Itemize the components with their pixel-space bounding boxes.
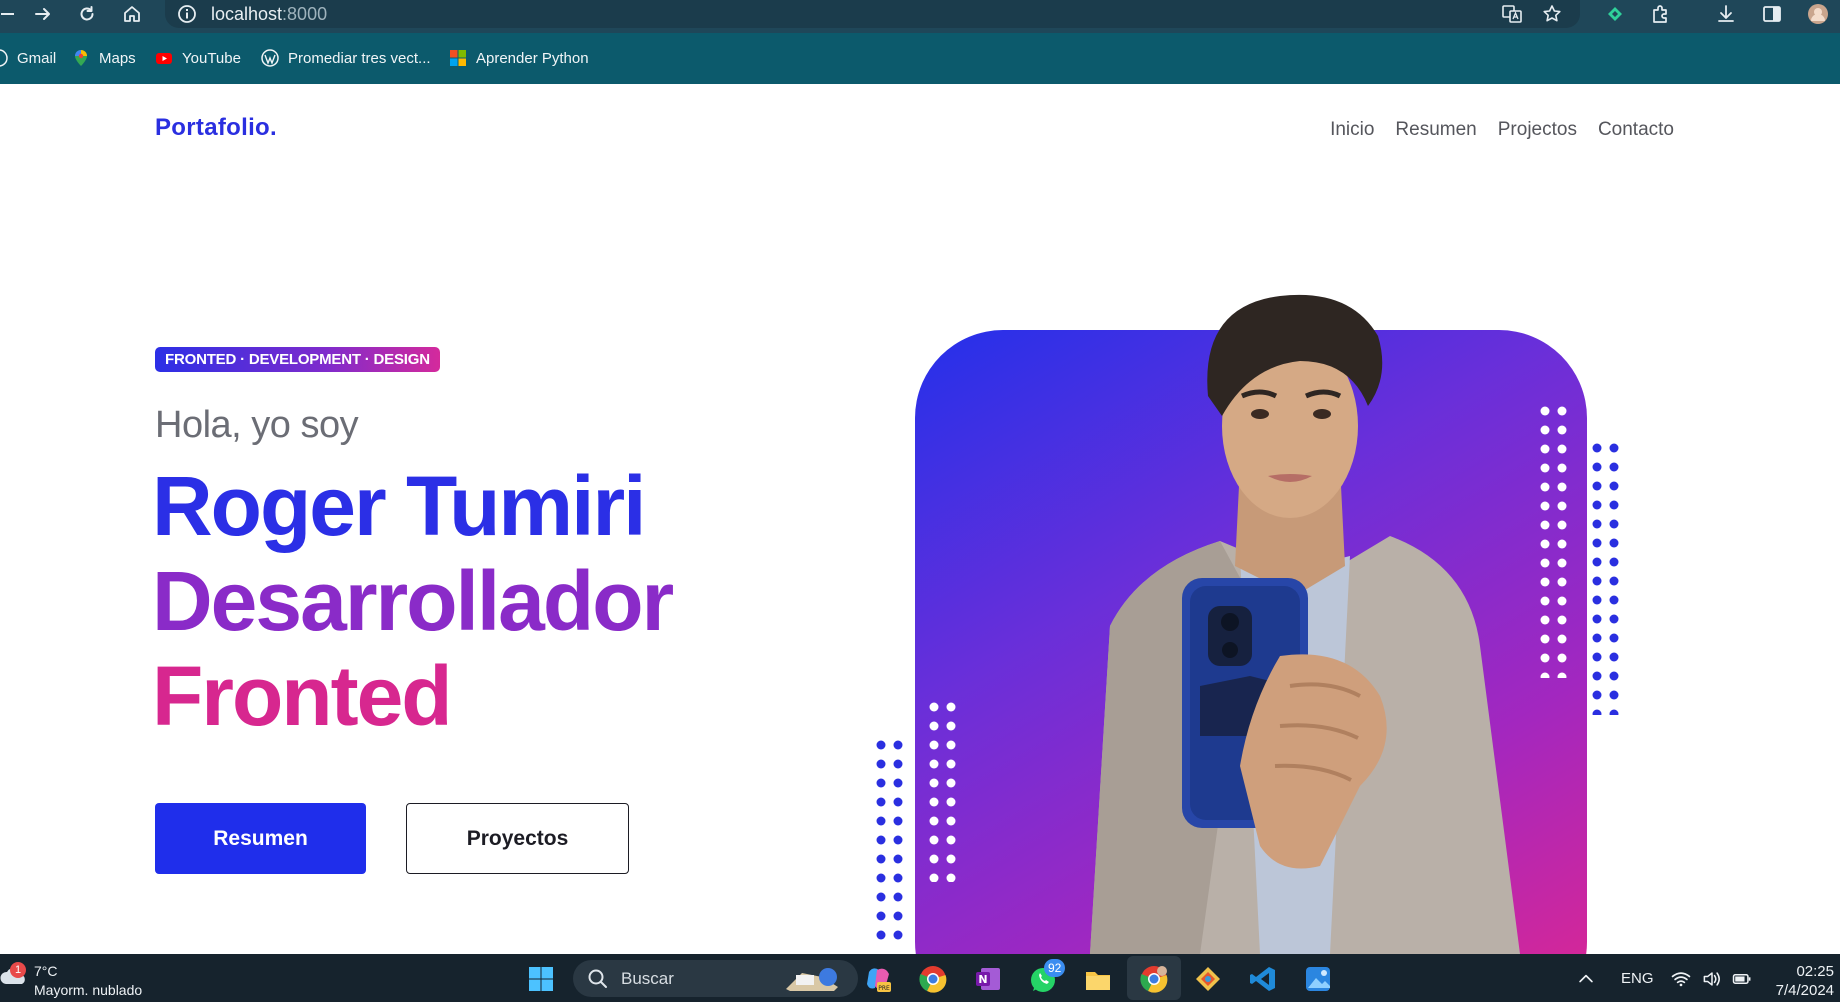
weather-widget[interactable]: 1 7°C Mayorm. nublado (0, 962, 142, 1000)
chrome-profile-icon[interactable] (1138, 963, 1170, 995)
chrome-icon[interactable] (917, 963, 949, 995)
wifi-icon[interactable] (1668, 966, 1694, 992)
weather-text: 7°C Mayorm. nublado (34, 962, 142, 1000)
bookmark-label: YouTube (182, 49, 241, 67)
windows-start-icon[interactable] (525, 963, 557, 995)
bookmark-star-icon[interactable] (1538, 1, 1566, 27)
nav-link-contacto[interactable]: Contacto (1598, 119, 1674, 141)
weather-badge: 1 (10, 962, 26, 978)
nav-link-resumen[interactable]: Resumen (1395, 119, 1476, 141)
hero-role: Desarrollador (152, 554, 674, 648)
windows-taskbar: 1 7°C Mayorm. nublado Buscar PRE N 92 EN… (0, 954, 1840, 1002)
proyectos-button[interactable]: Proyectos (406, 803, 629, 874)
cloud-icon: 1 (0, 962, 30, 992)
portfolio-page: Portafolio. Inicio Resumen Projectos Con… (0, 84, 1840, 954)
gmail-icon (0, 49, 8, 67)
profile-avatar-icon[interactable] (1804, 1, 1832, 27)
reload-icon[interactable] (72, 1, 102, 27)
profile-photo (1090, 294, 1520, 954)
weather-description: Mayorm. nublado (34, 982, 143, 998)
bookmarks-bar: Gmail Maps YouTube Promediar tres vect..… (0, 33, 1840, 84)
address-bar[interactable]: localhost:8000 (165, 0, 1580, 28)
site-logo[interactable]: Portafolio. (155, 114, 277, 142)
wordpress-icon (261, 49, 279, 67)
svg-text:N: N (978, 973, 987, 986)
chevron-up-icon[interactable] (1573, 966, 1599, 992)
bookmark-label: Aprender Python (476, 49, 589, 67)
search-icon (588, 969, 607, 988)
bookmark-label: Maps (99, 49, 136, 67)
nav-link-inicio[interactable]: Inicio (1330, 119, 1374, 141)
youtube-icon (155, 49, 173, 67)
site-info-icon[interactable] (177, 4, 197, 24)
nav-link-projectos[interactable]: Projectos (1498, 119, 1577, 141)
onenote-icon[interactable]: N (972, 963, 1004, 995)
bookmark-label: Promediar tres vect... (288, 49, 431, 67)
bookmark-gmail[interactable]: Gmail (0, 46, 56, 70)
url-host: localhost (211, 3, 283, 24)
dot-pattern-outer-right (1592, 443, 1622, 715)
taskbar-search[interactable]: Buscar (573, 960, 858, 997)
microsoft-icon (449, 49, 467, 67)
extensions-puzzle-icon[interactable] (1646, 1, 1674, 27)
language-indicator[interactable]: ENG (1621, 970, 1654, 987)
system-clock[interactable]: 02:25 7/4/2024 (1776, 962, 1834, 1000)
dot-pattern-card-right (1540, 406, 1570, 678)
bookmark-promediar[interactable]: Promediar tres vect... (261, 46, 431, 70)
bookmark-youtube[interactable]: YouTube (155, 46, 241, 70)
whatsapp-badge: 92 (1044, 959, 1066, 977)
maps-icon (72, 49, 90, 67)
clock-date: 7/4/2024 (1775, 982, 1834, 999)
bookmark-aprender-python[interactable]: Aprender Python (449, 46, 589, 70)
hero-specialty: Fronted (152, 649, 453, 743)
hero-greeting: Hola, yo soy (155, 404, 359, 446)
dot-pattern-outer-left (876, 740, 906, 940)
hero-name: Roger Tumiri (152, 459, 646, 553)
tagline-badge: FRONTED · DEVELOPMENT · DESIGN (155, 347, 440, 372)
side-panel-icon[interactable] (1758, 1, 1786, 27)
back-icon[interactable] (0, 1, 22, 27)
weather-temperature: 7°C (34, 963, 58, 979)
photos-icon[interactable] (1302, 963, 1334, 995)
url-port: :8000 (282, 3, 328, 24)
git-icon[interactable] (1192, 963, 1224, 995)
svg-text:PRE: PRE (878, 985, 890, 992)
download-icon[interactable] (1712, 1, 1740, 27)
browser-toolbar: localhost:8000 (0, 0, 1840, 33)
search-highlight-icon (786, 968, 838, 991)
dot-pattern-card-left (929, 702, 959, 882)
home-icon[interactable] (117, 1, 147, 27)
bookmark-maps[interactable]: Maps (72, 46, 136, 70)
url-text: localhost:8000 (211, 4, 327, 25)
battery-icon[interactable] (1729, 966, 1755, 992)
clock-time: 02:25 (1796, 963, 1834, 980)
site-nav: Inicio Resumen Projectos Contacto (1330, 119, 1674, 141)
search-placeholder: Buscar (621, 968, 674, 988)
vscode-icon[interactable] (1247, 963, 1279, 995)
resumen-button[interactable]: Resumen (155, 803, 366, 874)
forward-icon[interactable] (28, 1, 58, 27)
file-explorer-icon[interactable] (1082, 963, 1114, 995)
copilot-icon[interactable]: PRE (862, 963, 894, 995)
bookmark-label: Gmail (17, 49, 57, 67)
translate-icon[interactable] (1498, 1, 1526, 27)
extension-diamond-icon[interactable] (1601, 1, 1629, 27)
volume-icon[interactable] (1699, 966, 1725, 992)
